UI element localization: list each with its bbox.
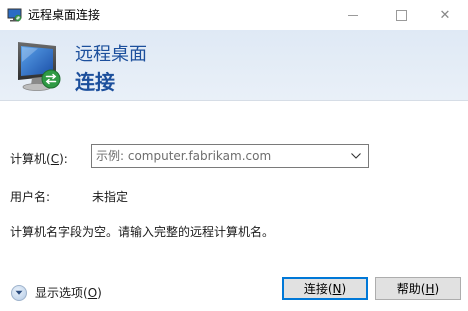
expand-options-icon [11,284,27,301]
help-label: 帮助( [396,282,426,296]
remote-desktop-icon [7,8,22,22]
computer-combobox[interactable] [91,144,369,168]
header-banner: 远程桌面 连接 [0,30,468,101]
close-icon: ✕ [439,7,451,23]
help-label-suffix: ) [434,281,440,296]
maximize-icon [395,9,407,21]
title-bar: 远程桌面连接 ✕ [0,0,468,30]
connect-accesskey: N [332,281,342,296]
show-options-label: 显示选项(O) [35,284,102,301]
options-label-text: 显示选项( [35,286,88,300]
help-accesskey: H [425,281,435,296]
computer-label-text: 计算机( [10,152,51,166]
chevron-down-icon [351,153,361,159]
minimize-icon [348,14,358,16]
username-value: 未指定 [92,190,129,204]
chevron-down-icon [15,290,23,295]
maximize-button[interactable] [378,0,424,30]
options-accesskey: O [87,286,98,300]
computer-label-accesskey: C [50,152,60,166]
connect-label: 连接( [303,282,333,296]
help-button[interactable]: 帮助(H) [375,277,461,300]
banner-title-line1: 远程桌面 [75,44,147,65]
computer-label: 计算机(C): [10,150,68,167]
connect-label-suffix: ) [341,281,347,296]
minimize-button[interactable] [330,0,376,30]
computer-input[interactable] [92,145,342,167]
options-label-suffix: ) [97,286,102,300]
computer-dropdown-button[interactable] [344,145,368,167]
show-options-toggle[interactable]: 显示选项(O) [11,284,102,301]
window-title: 远程桌面连接 [28,8,101,22]
monitor-connection-icon [18,42,61,91]
username-label: 用户名: [10,190,51,204]
computer-label-suffix: ): [59,152,68,166]
status-message: 计算机名字段为空。请输入完整的远程计算机名。 [10,225,275,239]
close-button[interactable]: ✕ [422,0,468,30]
connect-button[interactable]: 连接(N) [282,277,368,300]
banner-title-line2: 连接 [75,70,115,94]
